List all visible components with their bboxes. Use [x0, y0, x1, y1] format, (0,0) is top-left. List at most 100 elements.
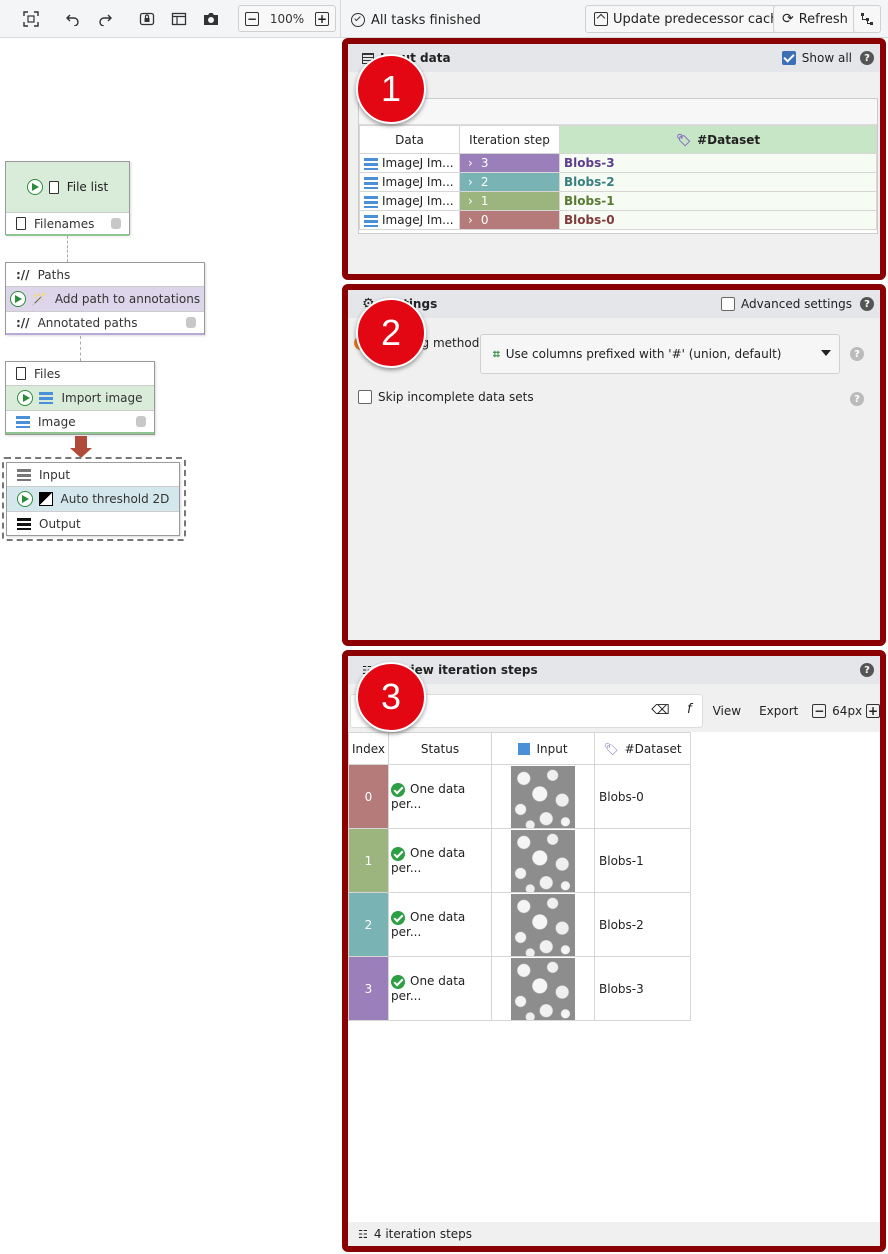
fit-view-icon[interactable] — [18, 7, 44, 31]
update-predecessor-cache-button[interactable]: Update predecessor cache — [585, 5, 796, 33]
input-preview-cell[interactable] — [491, 892, 595, 957]
image-stack-icon — [39, 392, 54, 404]
table-row[interactable]: 0 One data per... Blobs-0 — [348, 764, 691, 829]
connection-arrow-stem — [75, 436, 87, 448]
view-button[interactable]: View — [713, 704, 741, 718]
skip-incomplete-row[interactable]: Skip incomplete data sets — [358, 390, 534, 404]
col-header-index[interactable]: Index — [348, 732, 389, 765]
chevron-down-icon — [821, 350, 831, 356]
input-slot-icon — [518, 743, 531, 755]
run-icon[interactable] — [9, 291, 26, 307]
binary-stack-icon — [17, 517, 31, 530]
iteration-step-cell: › 3 — [459, 153, 560, 173]
output-slot[interactable]: :// Annotated paths — [6, 311, 204, 335]
blobs-thumbnail[interactable] — [511, 829, 575, 892]
slot-label: Image — [38, 414, 76, 429]
run-icon[interactable] — [16, 491, 33, 507]
col-header-status[interactable]: Status — [388, 732, 492, 765]
input-slot[interactable]: :// Paths — [6, 263, 204, 287]
zoom-out-button[interactable]: − — [245, 11, 259, 26]
input-slot[interactable]: Files — [6, 362, 154, 386]
input-preview-cell[interactable] — [491, 828, 595, 893]
matching-method-dropdown[interactable]: ⌗ Use columns prefixed with '#' (union, … — [480, 334, 840, 374]
input-preview-cell[interactable] — [491, 956, 595, 1021]
status-cell: One data per... — [388, 892, 492, 957]
preview-table: Index Status Input 🏷 #Dataset 0 One data p… — [348, 732, 691, 1021]
run-icon[interactable] — [26, 179, 43, 195]
dataset-cell: Blobs-1 — [559, 191, 877, 211]
col-header-dataset[interactable]: 🏷 #Dataset — [594, 732, 691, 765]
chevron-right-icon: › — [468, 175, 473, 189]
input-data-panel: Input data Show all ? Data Iteration ste… — [342, 38, 886, 280]
blobs-thumbnail[interactable] — [511, 957, 575, 1020]
clear-icon[interactable]: ⌫ — [651, 703, 669, 718]
help-icon[interactable]: ? — [860, 297, 874, 311]
col-header-label: #Dataset — [624, 741, 682, 756]
show-all-checkbox[interactable] — [781, 51, 796, 65]
table-row[interactable]: ImageJ Im... › 2 Blobs-2 — [359, 172, 877, 192]
layout-icon[interactable] — [166, 7, 192, 31]
input-preview-cell[interactable] — [491, 764, 595, 829]
input-slot[interactable]: Input — [7, 463, 179, 487]
add-path-node[interactable]: :// Paths 🪄 Add path to annotations :// … — [5, 262, 205, 335]
callout-badge-1: 1 — [356, 54, 426, 124]
redo-icon[interactable] — [92, 7, 118, 31]
cell-text: Blobs-3 — [599, 981, 644, 996]
table-row[interactable]: 1 One data per... Blobs-1 — [348, 828, 691, 893]
camera-icon[interactable] — [198, 7, 224, 31]
success-icon — [391, 974, 405, 989]
table-row[interactable]: 3 One data per... Blobs-3 — [348, 956, 691, 1021]
undo-icon[interactable] — [60, 7, 86, 31]
zoom-in-button[interactable]: + — [866, 704, 880, 718]
blobs-thumbnail[interactable] — [511, 893, 575, 956]
preview-table-container: Index Status Input 🏷 #Dataset 0 One data p… — [348, 732, 880, 1222]
col-header-iteration-step[interactable]: Iteration step — [459, 125, 560, 154]
index-cell: 2 — [348, 892, 389, 957]
help-icon[interactable]: ? — [860, 51, 874, 65]
success-icon — [391, 782, 405, 797]
table-row[interactable]: ImageJ Im... › 1 Blobs-1 — [359, 191, 877, 211]
function-icon[interactable]: f — [687, 702, 692, 717]
col-header-input[interactable]: Input — [491, 732, 595, 765]
import-image-node[interactable]: Files Import image Image — [5, 361, 155, 435]
columns-icon: ⌗ — [493, 346, 500, 361]
refresh-button[interactable]: ⟳ Refresh — [773, 5, 857, 33]
graph-layout-button[interactable] — [853, 5, 881, 33]
col-header-dataset[interactable]: 🏷 #Dataset — [559, 125, 877, 154]
success-icon — [391, 846, 405, 861]
data-cell: ImageJ Im... — [359, 153, 460, 173]
image-stack-icon — [364, 176, 378, 189]
auto-threshold-node[interactable]: Input Auto threshold 2D Output — [6, 462, 180, 536]
data-cell: ImageJ Im... — [359, 210, 460, 230]
table-row[interactable]: ImageJ Im... › 0 Blobs-0 — [359, 210, 877, 230]
connection-line — [80, 336, 81, 361]
status-text: All tasks finished — [371, 12, 481, 28]
output-slot[interactable]: Image — [6, 410, 154, 434]
table-row[interactable]: 2 One data per... Blobs-2 — [348, 892, 691, 957]
help-icon[interactable]: ? — [850, 347, 864, 361]
output-slot[interactable]: Output — [7, 511, 179, 535]
help-icon[interactable]: ? — [850, 392, 864, 406]
file-list-node[interactable]: File list Filenames — [5, 161, 130, 236]
export-button[interactable]: Export — [759, 704, 798, 718]
help-icon[interactable]: ? — [860, 663, 874, 677]
table-row[interactable]: ImageJ Im... › 3 Blobs-3 — [359, 153, 877, 173]
iteration-step-cell: › 0 — [459, 210, 560, 230]
preview-header: ☷ Preview iteration steps ? — [348, 656, 880, 684]
advanced-settings-toggle[interactable]: Advanced settings ? — [721, 297, 874, 311]
skip-incomplete-checkbox[interactable] — [358, 390, 372, 404]
col-header-data[interactable]: Data — [359, 125, 460, 154]
output-slot[interactable]: Filenames — [6, 212, 129, 236]
lock-screen-icon[interactable] — [134, 7, 160, 31]
zoom-in-button[interactable]: + — [315, 11, 329, 26]
blobs-thumbnail[interactable] — [511, 765, 575, 828]
zoom-out-button[interactable]: − — [812, 704, 827, 718]
run-icon[interactable] — [17, 390, 34, 406]
cell-text: 0 — [480, 213, 489, 227]
show-all-toggle[interactable]: Show all ? — [781, 51, 874, 65]
chevron-right-icon: › — [468, 194, 473, 208]
table-header-row: Data Iteration step 🏷 #Dataset — [359, 125, 877, 154]
dataset-cell: Blobs-1 — [594, 828, 691, 893]
node-title: File list — [66, 180, 109, 194]
advanced-settings-checkbox[interactable] — [721, 297, 736, 311]
